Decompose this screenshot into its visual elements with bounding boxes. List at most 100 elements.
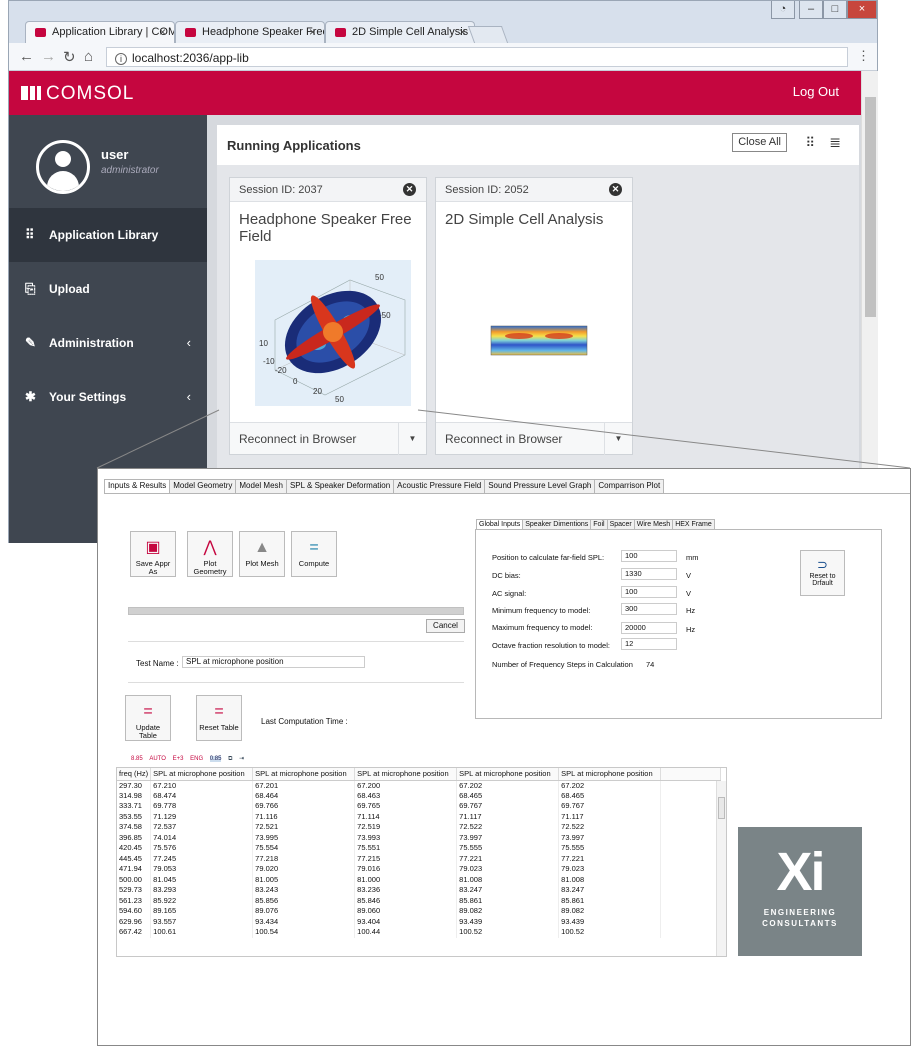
format-icon[interactable]: 8.85	[131, 756, 143, 762]
input-field[interactable]: 100	[621, 550, 677, 562]
url-field[interactable]: i localhost:2036/app-lib	[106, 47, 848, 67]
table-row[interactable]: 471.94 79.053 79.020 79.016 79.023 79.023	[117, 864, 722, 875]
new-tab-button[interactable]	[467, 26, 509, 43]
reset-table-button[interactable]: = Reset Table	[196, 695, 242, 741]
forward-arrow-icon[interactable]: →	[41, 48, 56, 65]
table-row[interactable]: 374.58 72.537 72.521 72.519 72.522 72.522	[117, 822, 722, 833]
full-precision-icon[interactable]: 0.85	[209, 756, 222, 762]
home-icon[interactable]: ⌂	[84, 48, 93, 65]
close-icon[interactable]: ×	[309, 25, 316, 39]
tab-spl-speaker-deformation[interactable]: SPL & Speaker Deformation	[285, 479, 395, 493]
comsol-logo[interactable]: COMSOL	[21, 83, 134, 105]
table-scrollbar[interactable]	[716, 781, 726, 956]
input-field[interactable]: 20000	[621, 622, 677, 634]
tab-spl-graph[interactable]: Sound Pressure Level Graph	[484, 479, 596, 493]
table-row[interactable]: 297.30 67.210 67.201 67.200 67.202 67.202	[117, 780, 722, 791]
sidebar-item-label: Your Settings	[49, 390, 127, 404]
save-app-as-button[interactable]: ▣ Save Appr As	[130, 531, 176, 577]
scientific-icon[interactable]: E+3	[173, 756, 184, 762]
engineering-icon[interactable]: ENG	[190, 756, 203, 762]
scrollbar-thumb[interactable]	[865, 97, 876, 317]
compute-button[interactable]: = Compute	[291, 531, 337, 577]
input-unit: Hz	[686, 625, 696, 634]
session-card[interactable]: Session ID: 2037 ✕ Headphone Speaker Fre…	[229, 177, 427, 455]
input-field[interactable]: 100	[621, 586, 677, 598]
sidebar-item-your-settings[interactable]: ✱ Your Settings ‹	[9, 370, 207, 424]
input-field[interactable]: 1330	[621, 568, 677, 580]
spl-cell: 77.221	[558, 853, 662, 864]
table-row[interactable]: 353.55 71.129 71.116 71.114 71.117 71.117	[117, 811, 722, 822]
list-view-icon[interactable]: ≣	[829, 134, 841, 151]
reset-to-default-button[interactable]: ⊃ Reset to Drfault	[800, 550, 845, 596]
global-inputs-panel: Position to calculate far-field SPL: 100…	[475, 529, 882, 719]
table-row[interactable]: 594.60 89.165 89.076 89.060 89.082 89.082	[117, 906, 722, 917]
reload-icon[interactable]: ↻	[63, 48, 76, 66]
tab-model-mesh[interactable]: Model Mesh	[235, 479, 287, 493]
spl-cell: 81.008	[558, 874, 662, 885]
table-row[interactable]: 561.23 85.922 85.856 85.846 85.861 85.861	[117, 895, 722, 906]
grid-view-icon[interactable]: ⠿	[805, 135, 815, 151]
freq-cell: 396.85	[117, 832, 152, 843]
screenshot-stage: Application Library | COM × Headphone Sp…	[0, 0, 921, 1048]
test-name-field[interactable]: SPL at microphone position	[182, 656, 365, 668]
reset-icon: =	[214, 703, 224, 720]
plot-mesh-button[interactable]: ▲ Plot Mesh	[239, 531, 285, 577]
sidebar-item-administration[interactable]: ✎ Administration ‹	[9, 316, 207, 370]
spl-cell: 67.210	[150, 780, 254, 791]
maximize-icon[interactable]: □	[823, 1, 847, 19]
menu-kebab-icon[interactable]: ⋮	[857, 48, 870, 64]
close-session-icon[interactable]: ✕	[609, 183, 622, 196]
table-row[interactable]: 667.42 100.61 100.54 100.44 100.52 100.52	[117, 927, 722, 938]
scrollbar-thumb[interactable]	[718, 797, 725, 819]
spl-cell: 71.117	[558, 811, 662, 822]
window-close-icon[interactable]: ×	[847, 1, 877, 19]
table-row[interactable]: 420.45 75.576 75.554 75.551 75.555 75.555	[117, 843, 722, 854]
minimize-icon[interactable]: –	[799, 1, 823, 19]
test-name-label: Test Name :	[136, 659, 179, 668]
close-session-icon[interactable]: ✕	[403, 183, 416, 196]
table-row[interactable]: 333.71 69.778 69.766 69.765 69.767 69.767	[117, 801, 722, 812]
table-row[interactable]: 629.96 93.557 93.434 93.404 93.439 93.439	[117, 916, 722, 927]
caret-down-icon[interactable]: ▼	[398, 423, 426, 455]
browser-tab-2d-cell[interactable]: 2D Simple Cell Analysis ×	[325, 21, 475, 43]
tab-acoustic-pressure-field[interactable]: Acoustic Pressure Field	[393, 479, 486, 493]
running-apps-header: Running Applications Close All ⠿ ≣	[217, 125, 859, 165]
export-icon[interactable]: ⇥	[239, 755, 244, 762]
sidebar-item-upload[interactable]: ⎘ Upload	[9, 262, 207, 316]
empty-cell	[660, 874, 722, 885]
sidebar-item-application-library[interactable]: ⠿ Application Library	[9, 208, 207, 262]
spl-cell: 69.767	[456, 801, 560, 812]
table-row[interactable]: 529.73 83.293 83.243 83.236 83.247 83.247	[117, 885, 722, 896]
plot-geometry-button[interactable]: ⋀ Plot Geometry	[187, 531, 233, 577]
table-row[interactable]: 396.85 74.014 73.995 73.993 73.997 73.997	[117, 832, 722, 843]
tab-comparison-plot[interactable]: Comparrison Plot	[594, 479, 665, 493]
close-all-button[interactable]: Close All	[732, 133, 787, 152]
spl-cell: 89.060	[354, 906, 458, 917]
input-field[interactable]: 12	[621, 638, 677, 650]
spl-cell: 71.129	[150, 811, 254, 822]
tab-model-geometry[interactable]: Model Geometry	[169, 479, 237, 493]
cancel-button[interactable]: Cancel	[426, 619, 465, 633]
table-row[interactable]: 314.98 68.474 68.464 68.463 68.465 68.465	[117, 790, 722, 801]
user-icon[interactable]: ◔	[771, 1, 795, 19]
info-icon[interactable]: i	[115, 53, 127, 65]
spl-cell: 83.243	[252, 885, 356, 896]
close-icon[interactable]: ×	[159, 25, 166, 39]
back-arrow-icon[interactable]: ←	[19, 48, 34, 65]
copy-icon[interactable]: ⧉	[228, 756, 232, 763]
caret-down-icon[interactable]: ▼	[604, 423, 632, 455]
browser-tab-headphone[interactable]: Headphone Speaker Free ×	[175, 21, 325, 43]
reconnect-button[interactable]: Reconnect in Browser ▼	[436, 422, 632, 455]
browser-tab-app-library[interactable]: Application Library | COM ×	[25, 21, 175, 44]
input-field[interactable]: 300	[621, 603, 677, 615]
table-row[interactable]: 500.00 81.045 81.005 81.000 81.008 81.008	[117, 874, 722, 885]
update-table-button[interactable]: = Update Table	[125, 695, 171, 741]
update-icon: =	[143, 703, 153, 720]
tab-inputs-results[interactable]: Inputs & Results	[104, 479, 171, 494]
session-card[interactable]: Session ID: 2052 ✕ 2D Simple Cell Analys…	[435, 177, 633, 455]
logout-link[interactable]: Log Out	[793, 84, 839, 99]
auto-icon[interactable]: AUTO	[149, 756, 166, 762]
reconnect-button[interactable]: Reconnect in Browser ▼	[230, 422, 426, 455]
table-row[interactable]: 445.45 77.245 77.218 77.215 77.221 77.221	[117, 853, 722, 864]
close-icon[interactable]: ×	[459, 25, 466, 39]
